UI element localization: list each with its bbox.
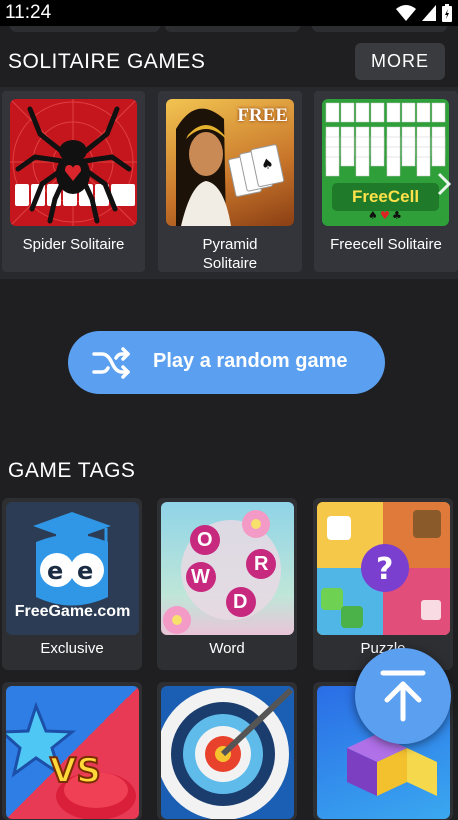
play-random-game-label: Play a random game (153, 350, 348, 372)
tag-card-versus[interactable]: VS (2, 682, 142, 820)
svg-text:♣: ♣ (392, 209, 402, 222)
arrow-up-icon (380, 670, 426, 722)
carousel-next-arrow-icon[interactable] (436, 172, 452, 196)
word-letter-d: D (233, 591, 248, 613)
tag-card-exclusive[interactable]: e e FreeGame.com Exclusive (2, 498, 142, 670)
tag-label: Word (209, 640, 245, 657)
svg-text:e: e (77, 557, 93, 585)
archery-thumbnail (161, 686, 294, 819)
game-card-pyramid-solitaire[interactable]: ♠ FREE Pyramid Solitaire (158, 91, 302, 272)
word-thumbnail: O W R D (161, 502, 294, 635)
svg-text:VS: VS (50, 751, 101, 791)
game-card-label: Freecell Solitaire (330, 236, 442, 253)
status-time: 11:24 (5, 2, 52, 23)
status-bar: 11:24 (0, 0, 458, 26)
versus-thumbnail: VS (6, 686, 139, 819)
game-card-label-line2: Solitaire (202, 255, 258, 272)
svg-text:e: e (47, 557, 63, 585)
game-card-label: Pyramid (202, 236, 258, 253)
svg-text:?: ? (376, 552, 393, 587)
word-letter-o: O (197, 529, 213, 551)
freecell-solitaire-thumbnail: ♠ ♥ ♣ FreeCell (322, 99, 449, 226)
tag-card-word[interactable]: O W R D Word (157, 498, 297, 670)
game-tags-title: GAME TAGS (8, 459, 136, 482)
wifi-icon (396, 5, 416, 21)
solitaire-games-title: SOLITAIRE GAMES (8, 50, 206, 73)
signal-icon (422, 5, 436, 21)
previous-section-edge (0, 26, 458, 36)
word-letter-w: W (191, 566, 210, 588)
battery-icon (442, 4, 452, 22)
tag-card-puzzle[interactable]: ? Puzzle (313, 498, 453, 670)
pyramid-solitaire-thumbnail: ♠ FREE (166, 99, 294, 226)
tag-card-archery[interactable] (157, 682, 297, 820)
scroll-to-top-button[interactable] (355, 648, 451, 744)
game-card-spider-solitaire[interactable]: Spider Solitaire (2, 91, 145, 272)
puzzle-thumbnail: ? (317, 502, 450, 635)
svg-text:♥: ♥ (380, 209, 390, 222)
svg-text:♠: ♠ (368, 209, 378, 222)
freecell-badge: FreeCell (351, 187, 420, 206)
status-icons (396, 3, 452, 23)
game-card-label: Spider Solitaire (22, 236, 125, 253)
word-letter-r: R (254, 553, 269, 575)
shuffle-icon (92, 347, 130, 379)
freegame-brand: FreeGame.com (14, 603, 131, 620)
tag-label: Exclusive (40, 640, 104, 657)
spider-solitaire-thumbnail (10, 99, 137, 226)
play-random-game-button[interactable]: Play a random game (68, 331, 385, 394)
exclusive-thumbnail: e e FreeGame.com (6, 502, 139, 635)
more-button[interactable]: MORE (355, 43, 445, 80)
free-badge: FREE (237, 105, 288, 126)
